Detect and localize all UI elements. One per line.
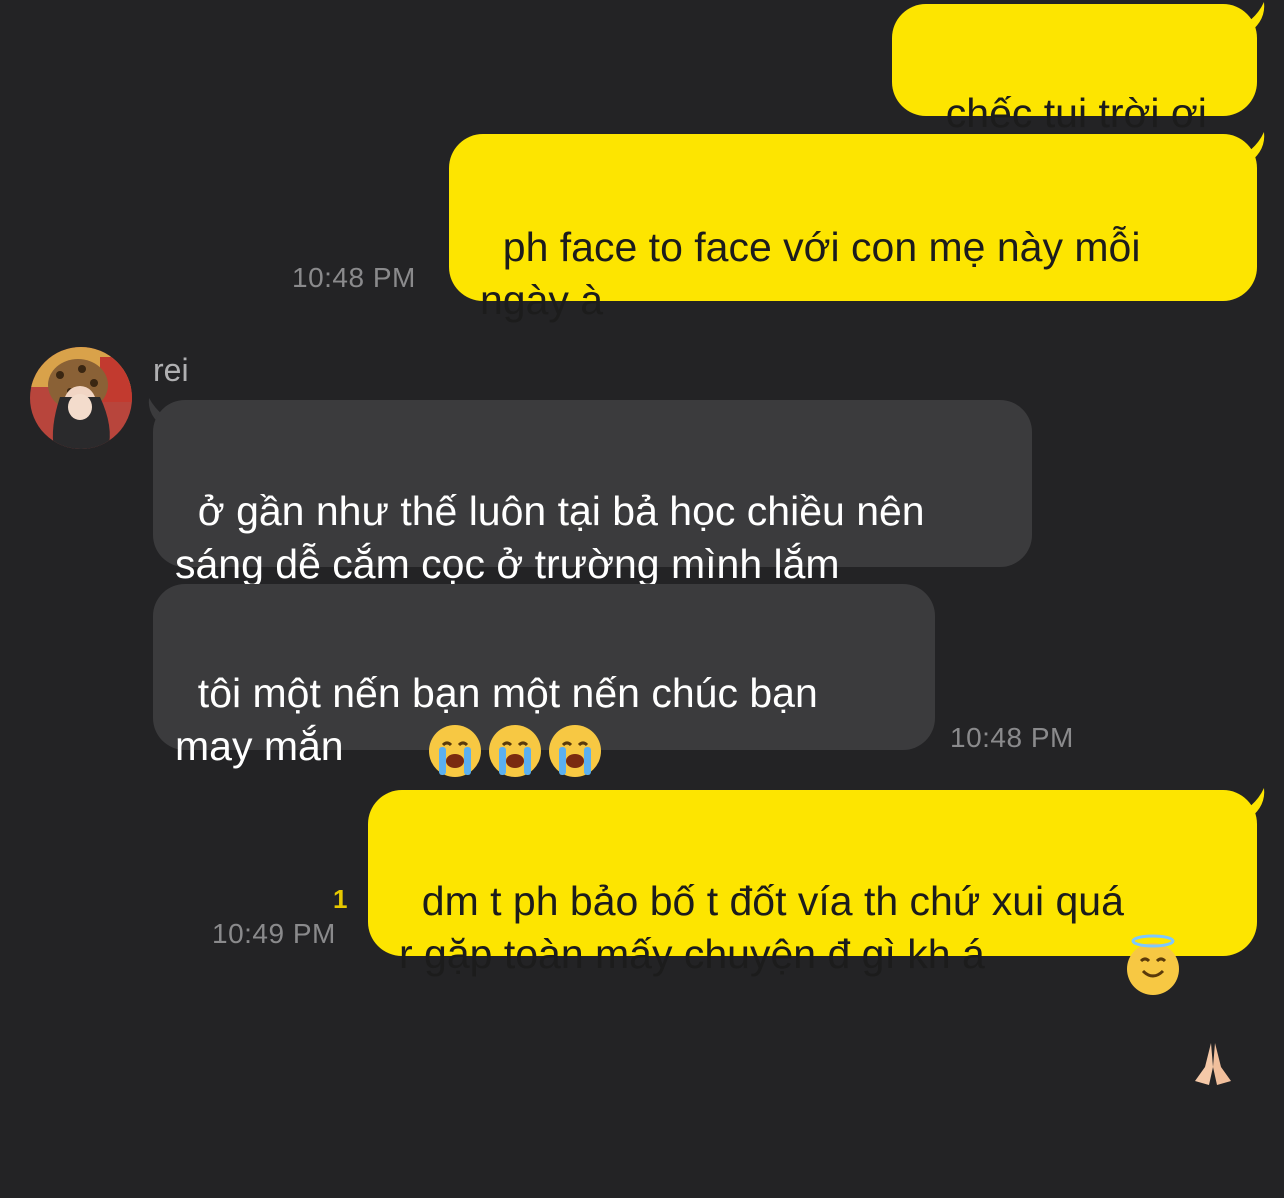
message-text: chếc tui trời ơi	[945, 90, 1207, 136]
message-timestamp: 10:49 PM	[212, 918, 336, 949]
bubble-tail	[1230, 2, 1265, 32]
outgoing-message-bubble[interactable]: dm t ph bảo bố t đốt vía th chứ xui quá …	[368, 790, 1257, 1085]
message-text: ở gần như thế luôn tại bả học chiều nên …	[175, 488, 925, 587]
unread-count: 1	[333, 884, 348, 914]
incoming-message-bubble[interactable]: ở gần như thế luôn tại bả học chiều nên …	[153, 400, 1032, 587]
loudly-crying-face-icon	[428, 725, 481, 777]
message-timestamp: 10:48 PM	[950, 722, 1074, 753]
emoji-group	[1081, 878, 1239, 1198]
sender-name: rei	[153, 352, 189, 388]
outgoing-message-bubble[interactable]: ph face to face với con mẹ này mỗi ngày …	[449, 134, 1257, 323]
folded-hands-icon	[1187, 931, 1239, 1085]
loudly-crying-face-icon	[488, 725, 541, 777]
message-timestamp: 10:48 PM	[292, 262, 416, 293]
contact-avatar[interactable]	[30, 347, 132, 449]
smiling-face-with-halo-icon	[1126, 934, 1179, 995]
message-text: dm t ph bảo bố t đốt vía th chứ xui quá …	[399, 878, 1124, 977]
bubble-tail	[1230, 132, 1265, 162]
outgoing-message-bubble[interactable]: chếc tui trời ơi	[892, 4, 1257, 136]
bubble-tail	[1230, 788, 1265, 818]
message-text: ph face to face với con mẹ này mỗi ngày …	[480, 224, 1141, 323]
incoming-message-bubble[interactable]: tôi một nến bạn một nến chúc bạn may mắn	[153, 584, 935, 777]
loudly-crying-face-icon	[548, 725, 601, 777]
